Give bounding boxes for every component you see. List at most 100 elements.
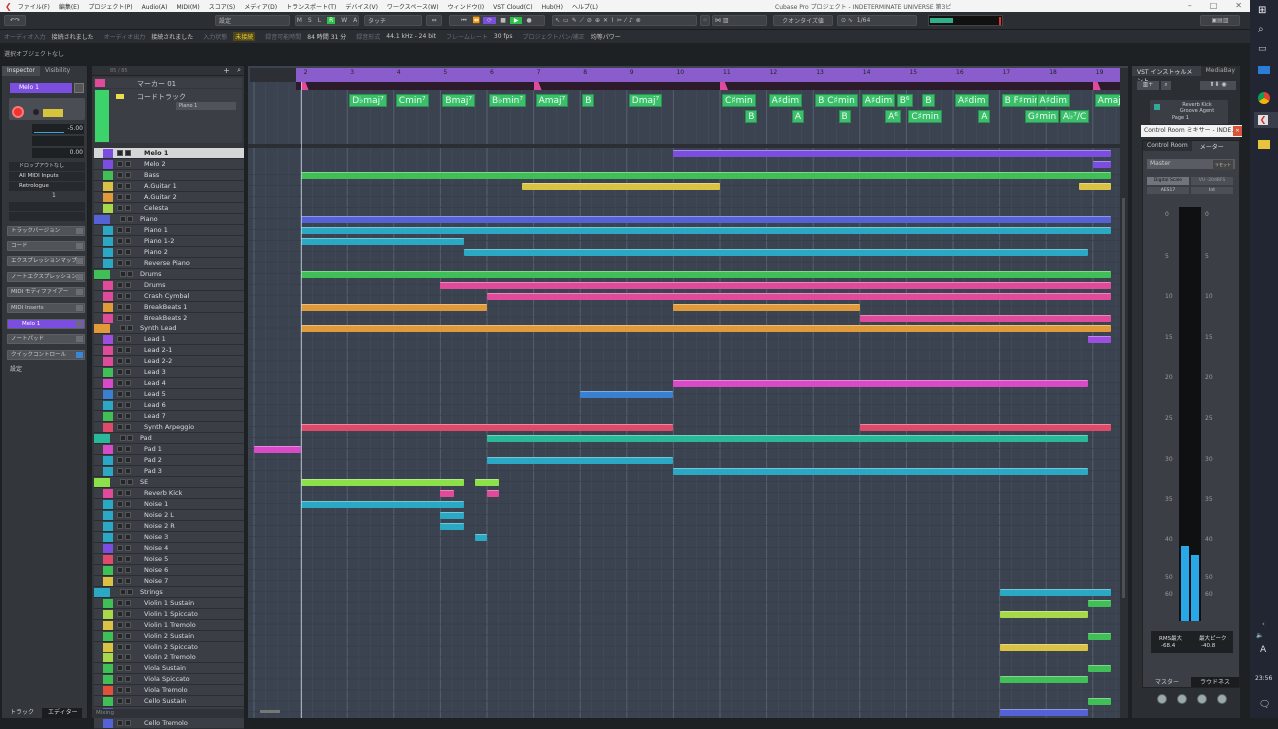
chord-event[interactable]: A♯dim xyxy=(955,94,989,107)
window-layout-buttons[interactable]: ▣▤▥ xyxy=(1200,15,1240,26)
mute-button[interactable] xyxy=(117,281,123,288)
volume-icon[interactable]: 🔈 xyxy=(1256,632,1263,639)
solo-button[interactable] xyxy=(127,435,133,442)
midi-part[interactable] xyxy=(463,248,1089,256)
int-button[interactable]: Int xyxy=(1191,187,1233,194)
marker[interactable] xyxy=(533,82,542,90)
pan-control[interactable] xyxy=(32,136,84,146)
msrw-m-button[interactable]: M xyxy=(297,17,302,24)
chord-event[interactable]: A xyxy=(791,110,805,123)
midi-input-select[interactable]: All MIDI Inputs xyxy=(9,172,85,181)
solo-button[interactable] xyxy=(125,303,131,310)
knob[interactable] xyxy=(1177,694,1187,704)
mute-button[interactable] xyxy=(117,511,123,518)
solo-button[interactable] xyxy=(125,171,131,178)
tab-mediabay[interactable]: MediaBay xyxy=(1201,66,1240,76)
midi-part[interactable] xyxy=(1088,599,1112,607)
track-row[interactable]: Violin 2 Sustain xyxy=(94,630,244,642)
mute-button[interactable] xyxy=(117,160,123,167)
tab-master[interactable]: マスター xyxy=(1143,677,1191,687)
track-row[interactable]: Drums xyxy=(94,268,244,280)
solo-button[interactable] xyxy=(125,413,131,420)
mute-button[interactable] xyxy=(117,665,123,672)
track-row[interactable]: Lead 4 xyxy=(94,378,244,390)
inspector-section-5[interactable]: MIDI Inserts xyxy=(7,303,85,313)
solo-button[interactable] xyxy=(125,489,131,496)
midi-part[interactable] xyxy=(475,533,487,541)
solo-button[interactable] xyxy=(125,237,131,244)
solo-button[interactable] xyxy=(125,380,131,387)
solo-button[interactable] xyxy=(127,325,133,332)
track-row[interactable]: Reverse Piano xyxy=(94,257,244,269)
chord-event[interactable]: Dmaj⁷ xyxy=(628,94,663,107)
chord-event[interactable]: Amaj⁷ xyxy=(535,94,569,107)
file-explorer-icon[interactable] xyxy=(1258,140,1270,149)
quantize-type-select[interactable]: クオンタイズ値 xyxy=(773,15,833,26)
track-row[interactable]: Piano 1 xyxy=(94,224,244,236)
mute-button[interactable] xyxy=(117,226,123,233)
mute-button[interactable] xyxy=(117,303,123,310)
maximize-icon[interactable]: □ xyxy=(1210,1,1218,10)
track-row[interactable]: A.Guitar 1 xyxy=(94,180,244,192)
mute-button[interactable] xyxy=(117,369,123,376)
track-row[interactable]: Lead 1 xyxy=(94,334,244,346)
solo-button[interactable] xyxy=(125,720,131,727)
midi-part[interactable] xyxy=(1078,182,1112,190)
solo-button[interactable] xyxy=(125,522,131,529)
tab-inspector[interactable]: Inspector xyxy=(2,66,40,76)
midi-part[interactable] xyxy=(300,270,1112,278)
solo-button[interactable] xyxy=(125,182,131,189)
midi-part[interactable] xyxy=(859,314,1112,322)
status-value[interactable]: 30 fps xyxy=(494,33,513,40)
input-routing[interactable]: ドロップアウトなし xyxy=(9,162,85,171)
mute-button[interactable] xyxy=(117,621,123,628)
status-value[interactable]: 接続されました xyxy=(52,32,94,41)
track-row[interactable]: Noise 2 R xyxy=(94,520,244,532)
menu-item[interactable]: ウィンドウ(I) xyxy=(448,4,484,11)
midi-part[interactable] xyxy=(300,479,464,486)
solo-button[interactable] xyxy=(127,588,133,595)
solo-button[interactable] xyxy=(125,259,131,266)
track-row[interactable]: Piano 1-2 xyxy=(94,235,244,247)
midi-part[interactable] xyxy=(440,522,464,530)
menu-item[interactable]: Audio(A) xyxy=(142,4,168,11)
inspector-section-0[interactable]: トラックバージョン xyxy=(7,226,85,236)
solo-button[interactable] xyxy=(125,358,131,365)
track-row[interactable]: Melo 2 xyxy=(94,158,244,170)
instrument-search-icon[interactable]: ⌕ xyxy=(1161,81,1171,90)
mute-button[interactable] xyxy=(117,566,123,573)
inspector-section-7[interactable]: ノートパッド xyxy=(7,334,85,344)
msrw-w-button[interactable]: W xyxy=(341,17,347,24)
solo-button[interactable] xyxy=(125,314,131,321)
mute-button[interactable] xyxy=(120,325,126,332)
track-row[interactable]: BreakBeats 2 xyxy=(94,312,244,324)
track-row[interactable]: Cello Sustain xyxy=(94,696,244,708)
mute-button[interactable] xyxy=(117,599,123,606)
menu-item[interactable]: ファイル(F) xyxy=(18,4,50,11)
menu-item[interactable]: 編集(E) xyxy=(59,4,79,11)
quantize-value-select[interactable]: ⊙ ∿ 1/64 xyxy=(837,15,917,26)
status-value[interactable]: 接続されました xyxy=(151,32,193,41)
chord-event[interactable]: Cmin⁷ xyxy=(395,94,429,107)
track-row[interactable]: Viola Sustain xyxy=(94,663,244,675)
windows-start-icon[interactable]: ⊞ xyxy=(1258,5,1266,16)
track-row[interactable]: Pad 2 xyxy=(94,455,244,467)
midi-part[interactable] xyxy=(300,500,464,508)
midi-part[interactable] xyxy=(1088,665,1112,673)
solo-button[interactable] xyxy=(125,654,131,661)
chord-event[interactable]: A♯dim xyxy=(1036,94,1071,107)
track-row[interactable]: Pad xyxy=(94,433,244,445)
track-row[interactable]: Lead 6 xyxy=(94,400,244,412)
mute-button[interactable] xyxy=(117,632,123,639)
midi-part[interactable] xyxy=(300,424,674,432)
track-row[interactable]: Violin 1 Spiccato xyxy=(94,608,244,620)
chrome-icon[interactable] xyxy=(1258,92,1270,104)
msrw-s-button[interactable]: S xyxy=(308,17,312,24)
automation-mode-select[interactable]: タッチ xyxy=(364,15,422,26)
track-row[interactable]: Strings xyxy=(94,586,244,598)
track-row[interactable]: Synth Lead xyxy=(94,323,244,335)
delay-control[interactable]: 0.00 xyxy=(32,148,84,158)
track-row[interactable]: Melo 1 xyxy=(94,148,244,159)
midi-part[interactable] xyxy=(487,489,499,497)
inspector-section-4[interactable]: MIDI モディファイアー xyxy=(7,287,85,297)
